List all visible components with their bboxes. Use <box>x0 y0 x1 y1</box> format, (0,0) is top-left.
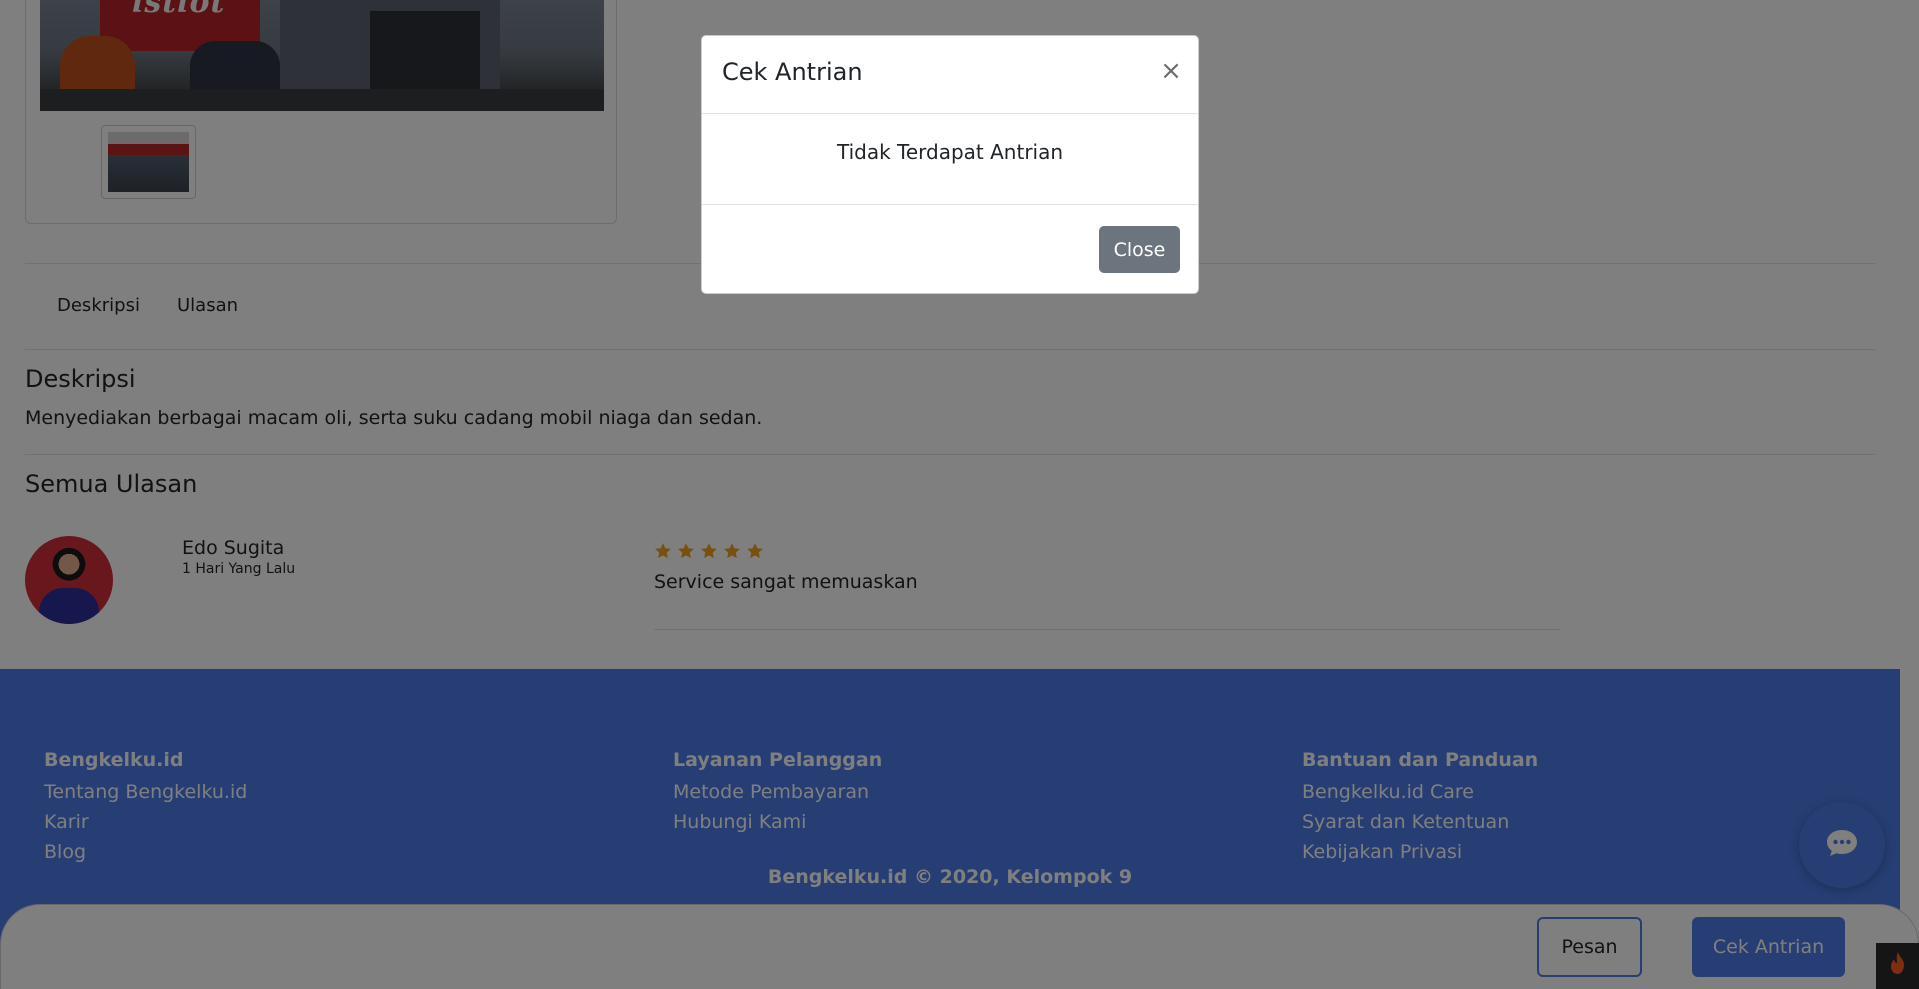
page: istiot Deskripsi Ulasan Deskripsi Menyed… <box>0 0 1919 989</box>
modal-header: Cek Antrian × <box>702 36 1198 114</box>
modal-body: Tidak Terdapat Antrian <box>702 115 1198 205</box>
modal-message: Tidak Terdapat Antrian <box>836 140 1064 164</box>
modal-close-button[interactable]: Close <box>1099 226 1180 273</box>
modal-title: Cek Antrian <box>722 58 863 86</box>
close-icon[interactable]: × <box>1157 58 1185 86</box>
cek-antrian-modal: Cek Antrian × Tidak Terdapat Antrian Clo… <box>701 35 1199 294</box>
